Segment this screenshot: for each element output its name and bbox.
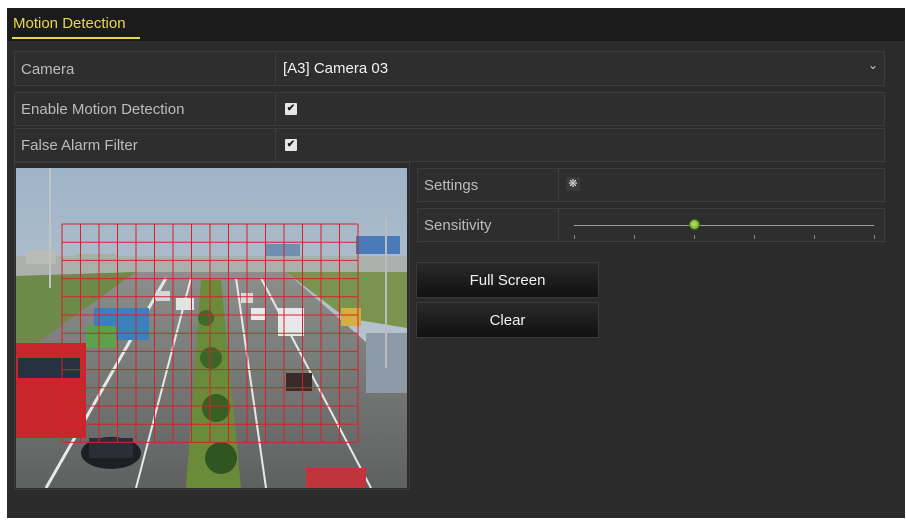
enable-motion-detection-row: Enable Motion Detection ✔ — [14, 92, 885, 126]
sensitivity-row: Sensitivity — [417, 208, 885, 242]
divider — [558, 169, 559, 201]
page-title-tab[interactable]: Motion Detection — [13, 15, 126, 32]
slider-tick — [574, 235, 575, 239]
slider-tick — [694, 235, 695, 239]
clear-button[interactable]: Clear — [416, 302, 599, 338]
title-bar: Motion Detection — [7, 8, 905, 41]
sensitivity-slider[interactable] — [418, 209, 884, 241]
slider-thumb[interactable] — [689, 219, 700, 230]
divider — [275, 129, 276, 161]
enable-motion-detection-label: Enable Motion Detection — [21, 101, 185, 118]
full-screen-button[interactable]: Full Screen — [416, 262, 599, 298]
false-alarm-filter-label: False Alarm Filter — [21, 137, 138, 154]
camera-label: Camera — [21, 61, 75, 78]
slider-tick — [874, 235, 875, 239]
active-tab-underline — [12, 37, 140, 39]
camera-preview[interactable] — [16, 168, 407, 488]
slider-tick — [814, 235, 815, 239]
settings-row: Settings ❋ — [417, 168, 885, 202]
chevron-down-icon: ⌄ — [867, 58, 878, 72]
camera-select-value: [A3] Camera 03 — [283, 60, 389, 77]
camera-select[interactable]: [A3] Camera 03 ⌄ — [276, 52, 884, 85]
false-alarm-filter-checkbox[interactable]: ✔ — [285, 139, 297, 151]
gear-icon[interactable]: ❋ — [566, 177, 580, 191]
slider-track — [574, 225, 874, 226]
slider-tick — [754, 235, 755, 239]
highway-scene — [16, 168, 407, 488]
slider-tick — [634, 235, 635, 239]
false-alarm-filter-row: False Alarm Filter ✔ — [14, 128, 885, 162]
settings-label: Settings — [424, 177, 479, 194]
enable-motion-detection-checkbox[interactable]: ✔ — [285, 103, 297, 115]
camera-row: Camera [A3] Camera 03 ⌄ — [14, 51, 885, 86]
divider — [275, 93, 276, 125]
